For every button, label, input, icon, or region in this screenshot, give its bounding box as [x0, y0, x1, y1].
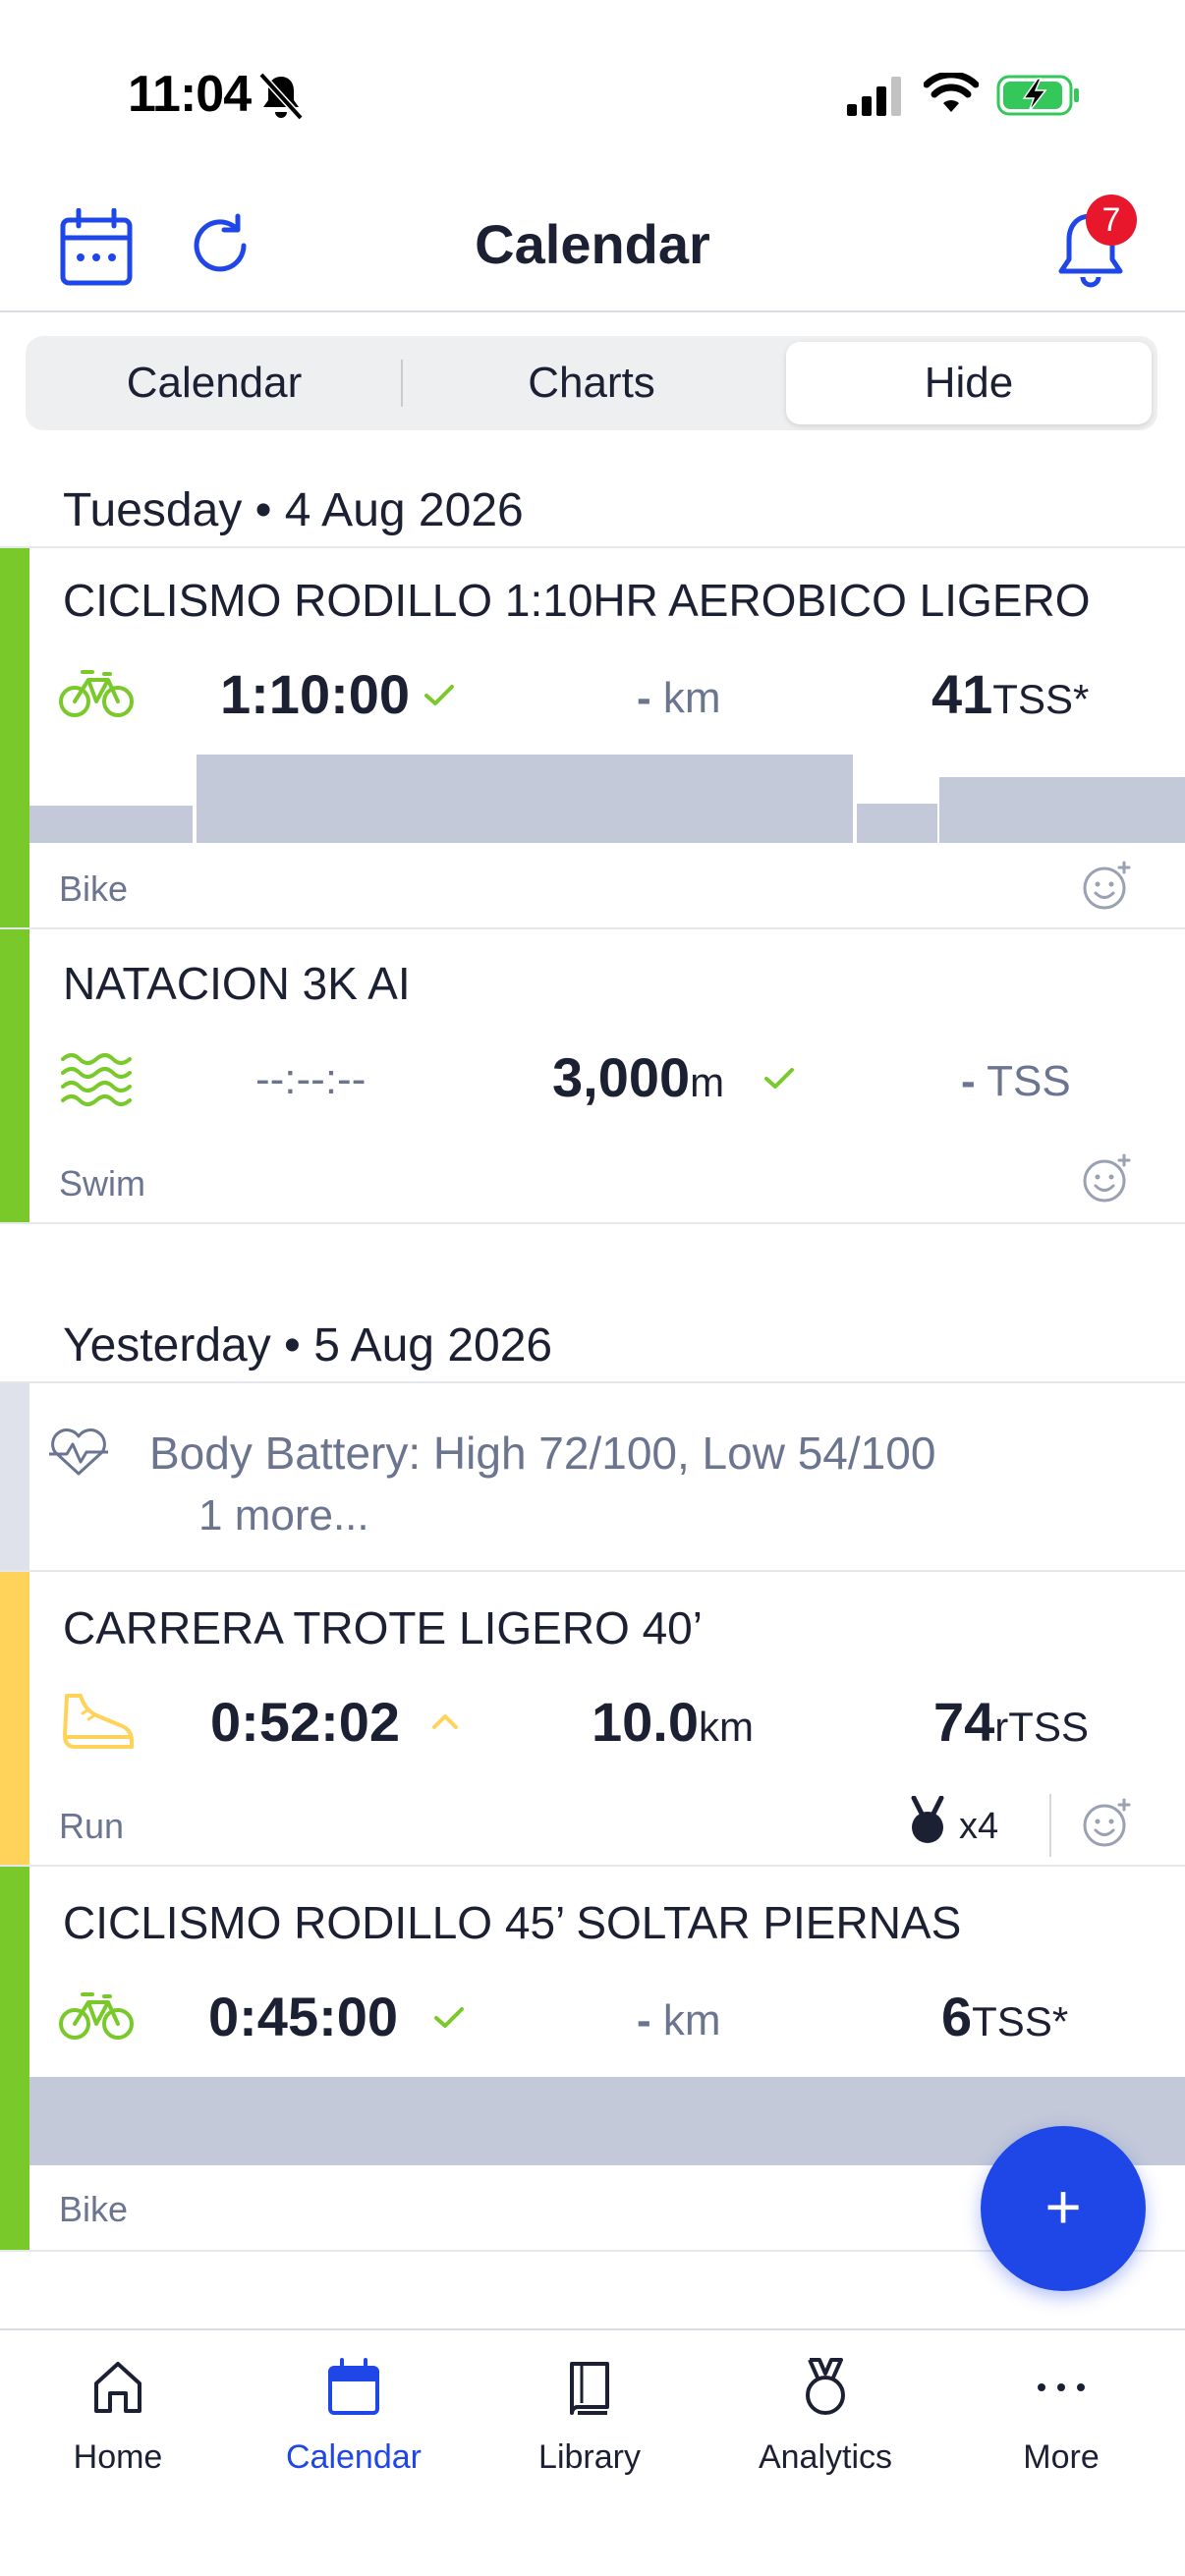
vertical-divider [1049, 1794, 1051, 1857]
sport-color-bar [0, 1572, 29, 1867]
date-header: Tuesday • 4 Aug 2026 [63, 484, 524, 536]
workout-title: NATACION 3K AI [63, 958, 411, 1009]
divider [0, 1381, 1185, 1383]
check-icon [434, 2007, 464, 2028]
workout-tss: - [961, 1057, 976, 1105]
nav-library[interactable]: Library [472, 2330, 707, 2527]
workout-tss: 41 [931, 663, 993, 725]
heart-pulse-icon [49, 1428, 108, 1476]
medal-count: x4 [959, 1806, 999, 1847]
chevron-up-icon [432, 1714, 458, 1729]
segment-charts[interactable]: Charts [403, 342, 780, 424]
divider [0, 927, 1185, 929]
graph-interval [857, 803, 937, 843]
workout-distance: - [637, 674, 651, 722]
workout-duration: --:--:-- [255, 1055, 367, 1103]
sport-color-bar [0, 1867, 29, 2252]
workout-distance: 10.0 [592, 1691, 699, 1753]
nav-label: Library [538, 2438, 641, 2476]
swim-icon [61, 1053, 132, 1106]
wifi-icon [924, 73, 979, 112]
status-time: 11:04 [128, 66, 252, 123]
sport-color-bar [0, 929, 29, 1224]
bike-icon [59, 670, 134, 717]
graph-interval [29, 806, 193, 843]
distance-unit: km [662, 674, 721, 722]
graph-interval [939, 776, 1185, 843]
workout-distance: - [637, 1996, 651, 2044]
sport-label: Bike [59, 868, 129, 909]
workout-tss: 6 [941, 1986, 973, 2047]
divider [0, 1222, 1185, 1224]
plus-icon: + [1044, 2171, 1082, 2242]
add-workout-button[interactable]: + [981, 2126, 1146, 2291]
workout-title: CICLISMO RODILLO 45’ SOLTAR PIERNAS [63, 1897, 962, 1948]
home-icon [94, 2362, 141, 2413]
sport-color-bar [0, 548, 29, 929]
distance-unit: km [662, 1996, 721, 2044]
nav-label: Analytics [758, 2438, 893, 2476]
nav-label: Home [73, 2438, 163, 2476]
page-title: Calendar [475, 213, 710, 275]
tss-unit: TSS* [972, 1998, 1069, 2044]
more-metrics-link[interactable]: 1 more... [198, 1491, 369, 1540]
divider [0, 546, 1185, 548]
metric-color-bar [0, 1383, 29, 1572]
workout-tss: 74 [933, 1691, 995, 1753]
status-bar: 11:04 [0, 0, 1185, 187]
nav-label: Calendar [286, 2438, 422, 2476]
body-battery-text: Body Battery: High 72/100, Low 54/100 [149, 1428, 936, 1479]
bottom-navigation: Home Calendar Library Analytics More [0, 2328, 1185, 2576]
feeling-smiley-icon[interactable] [1081, 1153, 1132, 1204]
divider [0, 1865, 1185, 1867]
bell-slash-icon [258, 72, 304, 121]
sport-label: Swim [59, 1163, 145, 1204]
segment-hide[interactable]: Hide [786, 342, 1152, 424]
nav-analytics[interactable]: Analytics [707, 2330, 943, 2527]
view-segmented-control: Calendar Charts Hide [26, 336, 1157, 430]
divider [0, 1570, 1185, 1572]
distance-unit: km [699, 1704, 754, 1750]
segment-calendar[interactable]: Calendar [26, 342, 403, 424]
tss-unit: TSS* [992, 676, 1090, 722]
nav-label: More [1023, 2438, 1100, 2476]
nav-calendar[interactable]: Calendar [236, 2330, 472, 2527]
feeling-smiley-icon[interactable] [1081, 1798, 1132, 1849]
sport-label: Bike [59, 2189, 129, 2229]
workout-structure-graph [29, 755, 1185, 843]
medal-icon [806, 2358, 845, 2415]
battery-charging-icon [996, 75, 1079, 116]
distance-unit: m [690, 1059, 725, 1105]
workout-distance: 3,000 [552, 1046, 691, 1108]
medal-icon [911, 1796, 944, 1843]
nav-more[interactable]: More [943, 2330, 1179, 2527]
signal-icon [847, 77, 901, 116]
sport-label: Run [59, 1806, 125, 1846]
shoe-icon [63, 1694, 134, 1749]
workout-duration: 1:10:00 [220, 663, 411, 725]
workout-duration: 0:45:00 [208, 1986, 399, 2047]
book-icon [570, 2362, 609, 2415]
notification-badge: 7 [1086, 195, 1137, 246]
nav-home[interactable]: Home [0, 2330, 236, 2527]
bike-icon [59, 1992, 134, 2040]
more-icon [1038, 2383, 1085, 2391]
check-icon [424, 685, 454, 705]
tss-unit: TSS [987, 1057, 1071, 1105]
tss-unit: rTSS [994, 1704, 1089, 1750]
check-icon [764, 1068, 794, 1089]
workout-title: CICLISMO RODILLO 1:10HR AEROBICO LIGERO [63, 575, 1091, 626]
workout-title: CARRERA TROTE LIGERO 40’ [63, 1602, 703, 1653]
feeling-smiley-icon[interactable] [1081, 861, 1132, 912]
workout-duration: 0:52:02 [210, 1691, 401, 1753]
graph-interval [197, 755, 853, 843]
date-header: Yesterday • 5 Aug 2026 [63, 1319, 553, 1372]
calendar-icon [328, 2358, 379, 2415]
